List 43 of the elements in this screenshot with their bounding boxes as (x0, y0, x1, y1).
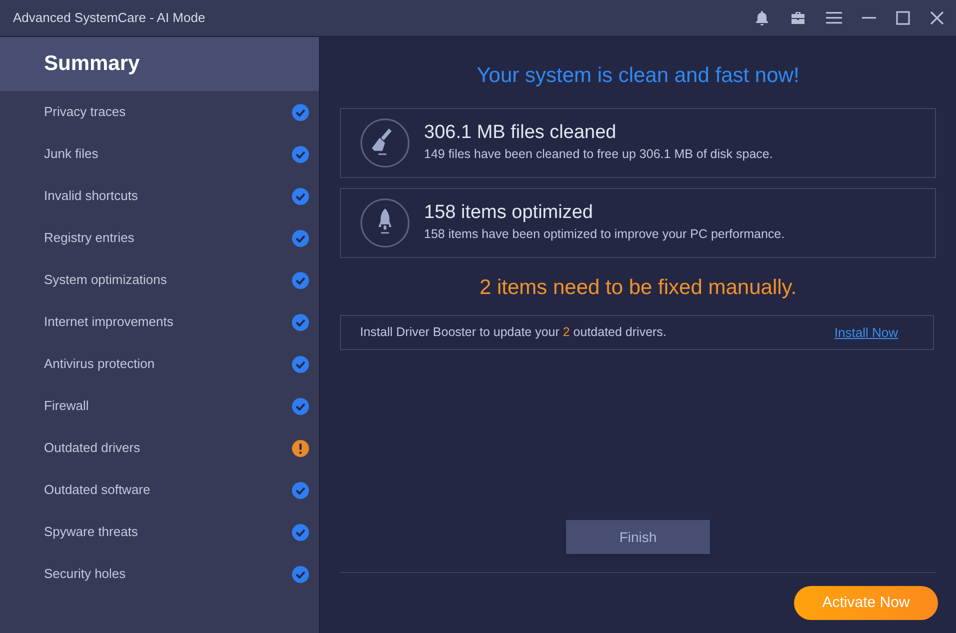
result-detail: 149 files have been cleaned to free up 306.1 MB of disk space. (424, 146, 773, 164)
sidebar-item[interactable]: Summary (0, 37, 319, 91)
manual-fix-notice: 2 items need to be fixed manually. (479, 274, 797, 300)
item-label: Outdated software (44, 481, 150, 500)
maximize-icon[interactable] (896, 11, 910, 25)
bell-icon[interactable] (754, 10, 770, 26)
sidebar-item[interactable]: Junk files (0, 133, 319, 175)
rocket-icon (360, 198, 410, 248)
minimize-icon[interactable] (862, 17, 876, 19)
item-label: Internet improvements (44, 313, 174, 332)
result-title: 306.1 MB files cleaned (424, 121, 618, 146)
sidebar-item[interactable]: Security holes (0, 553, 319, 595)
item-label: Firewall (44, 397, 89, 416)
menu-icon[interactable] (826, 11, 842, 25)
item-label: Antivirus protection (44, 355, 155, 374)
result-detail: 158 items have been optimized to improve your PC performance. (424, 226, 785, 244)
item-label: Invalid shortcuts (44, 187, 138, 206)
sidebar-item[interactable]: Registry entries (0, 217, 319, 259)
sidebar-item[interactable]: Outdated software (0, 469, 319, 511)
item-label: Registry entries (44, 229, 134, 248)
sidebar-item[interactable]: Firewall (0, 385, 319, 427)
close-icon[interactable] (930, 11, 944, 25)
sidebar-item[interactable]: Internet improvements (0, 301, 319, 343)
sidebar-item[interactable]: Invalid shortcuts (0, 175, 319, 217)
sidebar-item[interactable]: Outdated drivers (0, 427, 319, 469)
headline: Your system is clean and fast now! (476, 63, 800, 89)
install-now-link[interactable]: Install Now (834, 322, 898, 342)
item-label: System optimizations (44, 271, 167, 290)
item-label: Junk files (44, 145, 98, 164)
item-label: Security holes (44, 565, 126, 584)
item-label: Spyware threats (44, 523, 138, 542)
sidebar-item[interactable]: Antivirus protection (0, 343, 319, 385)
finish-button[interactable]: Finish (566, 520, 710, 554)
broom-icon (360, 118, 410, 168)
sidebar-item[interactable]: Privacy traces (0, 91, 319, 133)
sidebar-item[interactable]: System optimizations (0, 259, 319, 301)
briefcase-icon[interactable] (790, 10, 806, 26)
item-label: Privacy traces (44, 103, 126, 122)
item-label: Outdated drivers (44, 439, 140, 458)
result-title: 158 items optimized (424, 201, 594, 226)
driver-notice: Install Driver Booster to update your 2 outdated drivers. (360, 324, 666, 342)
sidebar-item[interactable]: Spyware threats (0, 511, 319, 553)
window-title: Advanced SystemCare - AI Mode (13, 9, 206, 28)
